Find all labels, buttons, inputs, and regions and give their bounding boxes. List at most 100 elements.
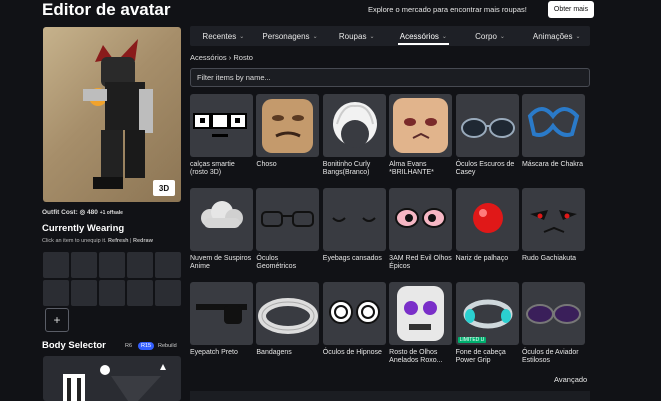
item-card[interactable]: Óculos Geométricos: [256, 188, 320, 282]
body-selector-title: Body Selector: [42, 340, 106, 351]
item-card[interactable]: Nuvem de Suspiros Anime: [190, 188, 253, 282]
filter-input[interactable]: Filter items by name...: [190, 68, 590, 87]
item-card[interactable]: Rudo Gachiakuta: [521, 188, 585, 282]
item-card[interactable]: LIMITED U Fone de cabeça Power Grip: [455, 282, 519, 376]
item-thumbnail: [389, 188, 453, 251]
item-name: Óculos de Aviador Estilosos: [521, 349, 579, 364]
item-thumbnail: [322, 94, 386, 157]
avatar-preview[interactable]: 3D: [43, 27, 181, 202]
item-thumbnail: [190, 282, 253, 345]
item-card[interactable]: Eyepatch Preto: [190, 282, 253, 376]
tab-recentes[interactable]: Recentes ⌄: [190, 26, 257, 46]
outfit-cost: Outfit Cost: ◎ 480 +1 offsale: [42, 209, 123, 216]
worn-item[interactable]: [43, 280, 69, 306]
item-card[interactable]: Máscara de Chakra: [521, 94, 585, 188]
view-3d-button[interactable]: 3D: [153, 180, 175, 196]
item-card[interactable]: Eyebags cansados: [322, 188, 386, 282]
item-thumbnail: [389, 282, 453, 345]
rebuild-button[interactable]: Rebuild: [158, 343, 177, 349]
worn-item[interactable]: [71, 252, 97, 278]
item-thumbnail: [455, 188, 519, 251]
worn-item[interactable]: [155, 280, 181, 306]
worn-item[interactable]: [99, 280, 125, 306]
chevron-down-icon: ⌄: [312, 33, 318, 40]
item-card[interactable]: Óculos de Aviador Estilosos: [521, 282, 585, 376]
currently-wearing-grid: [43, 252, 181, 306]
redraw-link[interactable]: Redraw: [133, 238, 153, 244]
item-name: Bandagens: [256, 349, 292, 356]
item-name: Eyebags cansados: [322, 255, 382, 262]
r15-toggle[interactable]: R15: [138, 342, 155, 350]
page-title: Editor de avatar: [42, 0, 171, 19]
item-name: Choso: [256, 161, 277, 168]
tab-corpo[interactable]: Corpo ⌄: [457, 26, 524, 46]
advanced-link[interactable]: Avançado: [554, 375, 587, 384]
item-name: Eyepatch Preto: [190, 349, 238, 356]
item-thumbnail: [322, 188, 386, 251]
item-grid: calças smartie (rosto 3D) Choso Bonitinh…: [190, 94, 585, 376]
chevron-down-icon: ⌄: [369, 33, 375, 40]
item-name: Nariz de palhaço: [455, 255, 509, 262]
item-card[interactable]: Nariz de palhaço: [455, 188, 519, 282]
item-card[interactable]: Óculos de Hipnose: [322, 282, 386, 376]
worn-item[interactable]: [43, 252, 69, 278]
item-name: Rosto de Olhos Anelados Roxo...: [389, 349, 443, 364]
item-card[interactable]: Choso: [256, 94, 320, 188]
item-name: Bonitinho Curly Bangs(Branco): [322, 161, 371, 176]
breadcrumb-parent[interactable]: Acessórios: [190, 53, 227, 62]
worn-item[interactable]: [127, 280, 153, 306]
tab-personagens[interactable]: Personagens ⌄: [257, 26, 324, 46]
item-name: calças smartie (rosto 3D): [190, 161, 235, 176]
item-thumbnail: [521, 282, 585, 345]
item-thumbnail: [256, 94, 320, 157]
item-card[interactable]: 3AM Red Evil Olhos Épicos: [389, 188, 453, 282]
currently-wearing-title: Currently Wearing: [42, 223, 125, 234]
item-name: Óculos de Hipnose: [322, 349, 382, 356]
worn-item[interactable]: [127, 252, 153, 278]
limited-badge: LIMITED U: [457, 337, 487, 343]
item-card[interactable]: Óculos Escuros de Casey: [455, 94, 519, 188]
breadcrumb-current: Rosto: [233, 53, 253, 62]
item-name: Nuvem de Suspiros Anime: [190, 255, 252, 270]
body-selector-preview[interactable]: [43, 356, 181, 401]
item-card[interactable]: Alma Evans *BRILHANTE*: [389, 94, 453, 188]
item-thumbnail: [455, 94, 519, 157]
breadcrumb: Acessórios › Rosto: [190, 53, 253, 62]
item-name: Alma Evans *BRILHANTE*: [389, 161, 434, 176]
r6-toggle[interactable]: R6: [125, 343, 132, 349]
item-thumbnail: LIMITED U: [455, 282, 519, 345]
item-name: Óculos Geométricos: [256, 255, 297, 270]
chevron-down-icon: ⌄: [499, 33, 505, 40]
item-name: Óculos Escuros de Casey: [455, 161, 515, 176]
item-name: Máscara de Chakra: [521, 161, 584, 168]
item-thumbnail: [190, 94, 253, 157]
worn-item[interactable]: [71, 280, 97, 306]
item-thumbnail: [389, 94, 453, 157]
item-thumbnail: [322, 282, 386, 345]
item-card[interactable]: calças smartie (rosto 3D): [190, 94, 253, 188]
item-card[interactable]: Bonitinho Curly Bangs(Branco): [322, 94, 386, 188]
tab-acessorios[interactable]: Acessórios ⌄: [390, 26, 457, 46]
item-card[interactable]: Rosto de Olhos Anelados Roxo...: [389, 282, 453, 376]
tab-animacoes[interactable]: Animações ⌄: [523, 26, 590, 46]
currently-wearing-hint: Click an item to unequip it. Refresh | R…: [42, 238, 153, 244]
item-card[interactable]: Bandagens: [256, 282, 320, 376]
body-figure-icon: [63, 364, 166, 401]
avatar-figure: [83, 39, 153, 189]
item-thumbnail: [256, 188, 320, 251]
get-more-button[interactable]: Obter mais: [548, 1, 594, 18]
chevron-down-icon: ⌄: [441, 33, 447, 40]
chevron-down-icon: ⌄: [239, 33, 245, 40]
item-name: 3AM Red Evil Olhos Épicos: [389, 255, 452, 270]
item-thumbnail: [190, 188, 253, 251]
item-thumbnail: [256, 282, 320, 345]
worn-item[interactable]: [155, 252, 181, 278]
refresh-link[interactable]: Refresh: [108, 238, 128, 244]
item-name: Fone de cabeça Power Grip: [455, 349, 506, 364]
item-thumbnail: [521, 94, 585, 157]
add-item-button[interactable]: +: [45, 308, 69, 332]
worn-item[interactable]: [99, 252, 125, 278]
robux-icon: ◎: [79, 209, 86, 216]
category-tabs: Recentes ⌄ Personagens ⌄ Roupas ⌄ Acessório…: [190, 26, 590, 46]
tab-roupas[interactable]: Roupas ⌄: [323, 26, 390, 46]
